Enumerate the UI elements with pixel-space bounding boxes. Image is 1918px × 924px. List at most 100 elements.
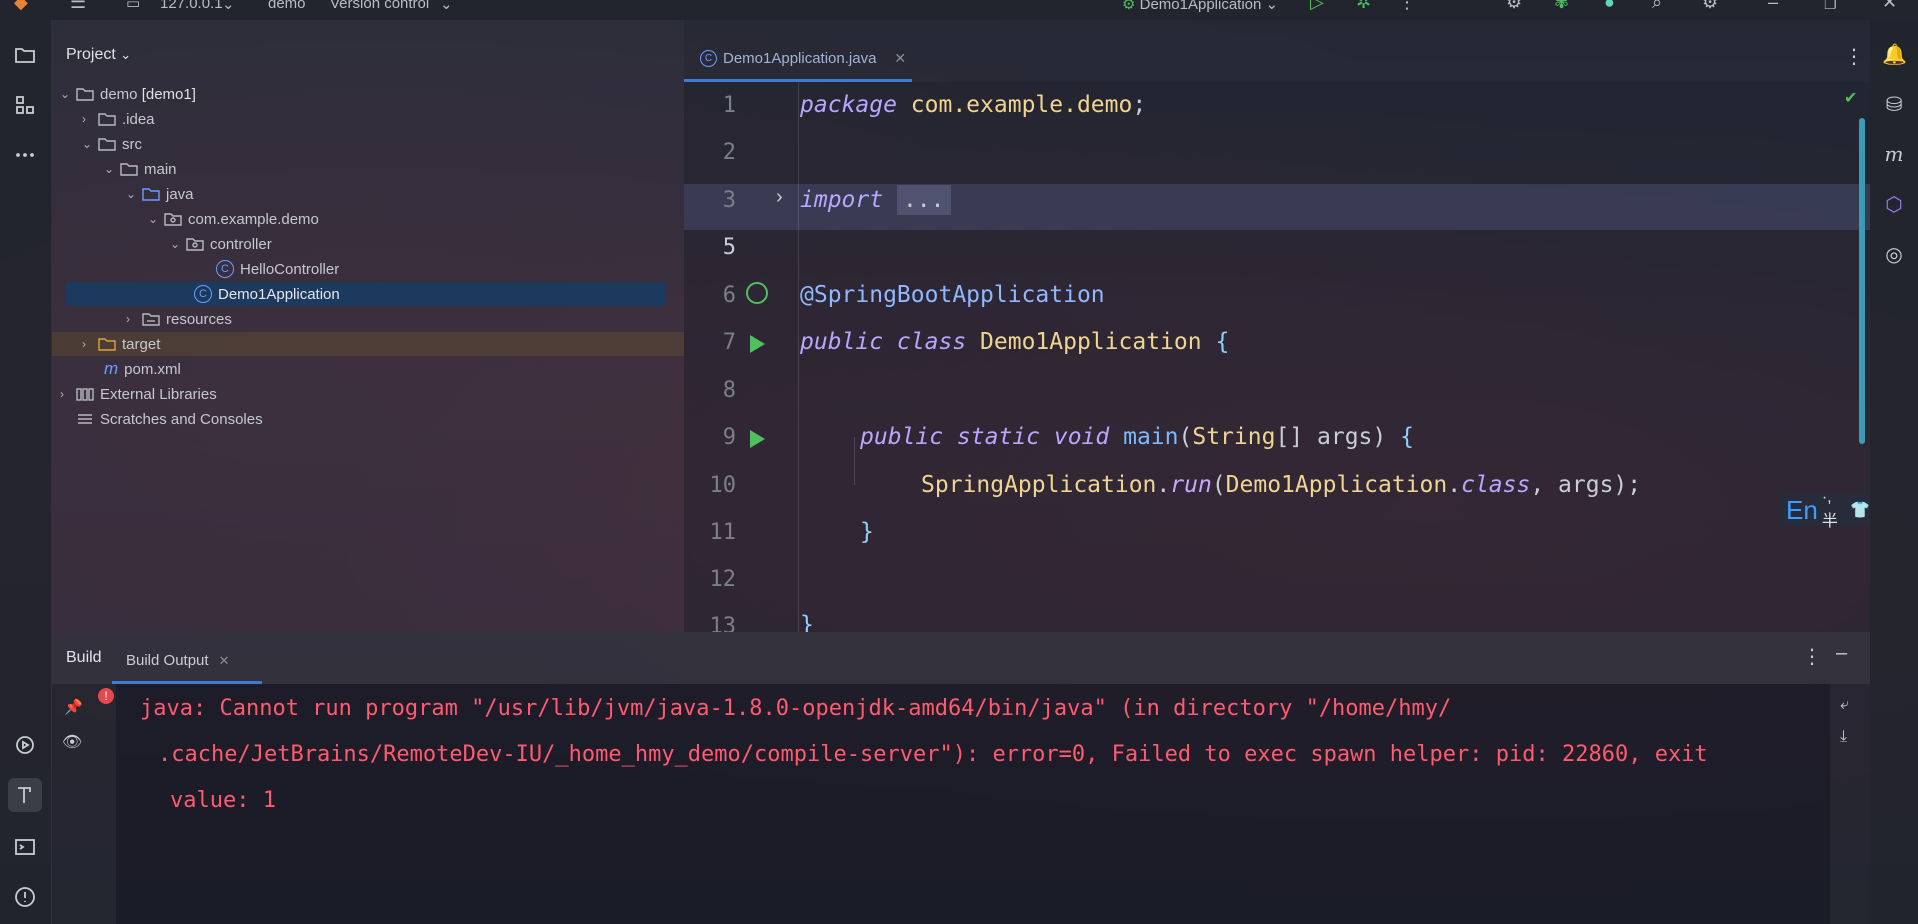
type-name: String <box>1192 424 1276 450</box>
folded-imports[interactable]: ... <box>896 185 951 215</box>
code-with-me-icon[interactable]: ● <box>1604 0 1615 13</box>
run-gutter-icon[interactable] <box>750 335 765 353</box>
run-config-selector[interactable]: ⚙ Demo1Application ⌄ <box>1122 0 1278 13</box>
tree-item-idea[interactable]: › .idea <box>82 107 155 131</box>
chevron-right-icon[interactable]: › <box>126 312 142 326</box>
notifications-bell-icon[interactable]: 🔔 <box>1882 42 1907 66</box>
chevron-right-icon[interactable]: › <box>82 112 98 126</box>
fold-chevron-icon[interactable]: › <box>776 186 783 209</box>
chevron-down-icon[interactable]: ⌄ <box>440 0 453 13</box>
tree-item-demo[interactable]: ⌄ demo [demo1] <box>60 82 196 106</box>
vcs-menu[interactable]: Version control <box>330 0 429 12</box>
copilot-icon[interactable]: ◎ <box>1882 242 1906 266</box>
tree-item-label: resources <box>166 310 232 328</box>
keyword: public class <box>800 329 967 355</box>
hide-panel-icon[interactable]: – <box>1836 642 1847 665</box>
tree-item-pom[interactable]: m pom.xml <box>104 357 181 381</box>
build-output-console[interactable]: java: Cannot run program "/usr/lib/jvm/j… <box>116 684 1830 924</box>
libraries-icon <box>76 387 94 401</box>
chevron-down-icon[interactable]: ⌄ <box>170 237 186 251</box>
title-bar: ◆ ☰ ▭ 127.0.0.1 ⌄ demo Version control ⌄… <box>0 0 1918 20</box>
pin-icon[interactable]: 📌 <box>64 698 83 716</box>
tree-item-src[interactable]: ⌄ src <box>82 132 142 156</box>
tree-item-hellocontroller[interactable]: C HelloController <box>216 257 339 281</box>
more-dots-icon <box>16 153 34 157</box>
tree-item-label: controller <box>210 235 272 253</box>
class-name: SpringApplication <box>921 472 1157 498</box>
build-tool-button[interactable] <box>8 778 42 812</box>
maven-icon[interactable]: m <box>1882 142 1906 166</box>
tree-item-scratches[interactable]: Scratches and Consoles <box>76 407 263 431</box>
services-tool-button[interactable] <box>8 728 42 762</box>
tree-item-demo1application[interactable]: C Demo1Application <box>66 282 666 306</box>
tab-demo1application[interactable]: C Demo1Application.java ✕ <box>684 38 912 82</box>
close-tab-icon[interactable]: ✕ <box>894 50 906 67</box>
ime-indicator[interactable]: En ·, 半 👕 <box>1780 489 1870 530</box>
package-icon <box>186 237 204 251</box>
chevron-down-icon[interactable]: ⌄ <box>222 0 235 13</box>
code-line-6: @SpringBootApplication <box>800 282 1105 308</box>
tree-item-label: .idea <box>122 110 155 128</box>
chevron-down-icon[interactable]: ⌄ <box>148 212 164 226</box>
chevron-down-icon[interactable]: ⌄ <box>82 137 98 151</box>
chevron-down-icon[interactable]: ⌄ <box>126 187 142 201</box>
main-menu-icon[interactable]: ☰ <box>70 0 86 13</box>
method-call: run <box>1170 472 1212 498</box>
more-tools-button[interactable] <box>8 138 42 172</box>
keyword: public static void <box>860 424 1110 450</box>
tree-item-external-libraries[interactable]: › External Libraries <box>60 382 217 406</box>
run-gutter-icon[interactable] <box>750 430 765 448</box>
skin-icon: 👕 <box>1850 502 1870 519</box>
project-tool-button[interactable] <box>8 38 42 72</box>
tree-item-java[interactable]: ⌄ java <box>126 182 194 206</box>
code-line-1: package com.example.demo; <box>800 92 1146 118</box>
tree-item-resources[interactable]: › resources <box>126 307 232 331</box>
tree-item-label: target <box>122 335 161 353</box>
close-window-icon[interactable]: ✕ <box>1882 0 1897 13</box>
services-icon <box>16 736 34 754</box>
build-settings-icon[interactable]: ⚙ <box>1506 0 1522 13</box>
remote-host-label[interactable]: 127.0.0.1 <box>160 0 223 12</box>
scroll-to-end-icon[interactable]: ⤓ <box>1840 728 1847 746</box>
options-menu-icon[interactable]: ⋮ <box>1802 644 1822 669</box>
tab-build-output[interactable]: Build Output ✕ <box>112 640 262 684</box>
minimize-window-icon[interactable]: – <box>1768 0 1778 13</box>
editor-scrollbar[interactable] <box>1859 118 1865 444</box>
tree-item-main[interactable]: ⌄ main <box>104 157 177 181</box>
tree-item-label: External Libraries <box>100 385 217 403</box>
tree-item-controller[interactable]: ⌄ controller <box>170 232 272 256</box>
build-panel-header: Build Build Output ✕ ⋮ – <box>52 632 1870 684</box>
error-line: .cache/JetBrains/RemoteDev-IU/_home_hmy_… <box>158 742 1708 767</box>
chevron-right-icon[interactable]: › <box>60 387 76 401</box>
database-icon[interactable]: ⛁ <box>1882 92 1906 116</box>
line-number: 9 <box>722 425 736 450</box>
run-icon[interactable]: ▷ <box>1310 0 1324 13</box>
tree-item-package[interactable]: ⌄ com.example.demo <box>148 207 319 231</box>
more-actions-icon[interactable]: ⋮ <box>1398 0 1416 13</box>
restore-window-icon[interactable]: ❐ <box>1824 0 1837 13</box>
folder-icon <box>15 48 35 63</box>
code-editor[interactable]: ✔ 1 2 3 5 6 7 8 9 10 11 12 13 › package … <box>684 82 1870 632</box>
ai-hexagon-icon[interactable]: ⬡ <box>1882 192 1906 216</box>
spring-bean-icon[interactable] <box>746 282 768 304</box>
project-view-selector[interactable]: Project ⌄ <box>66 46 131 64</box>
problems-tool-button[interactable] <box>8 880 42 914</box>
ai-assistant-icon[interactable]: ✾ <box>1554 0 1569 13</box>
tree-item-target[interactable]: › target <box>52 332 684 356</box>
punctuation: . <box>1156 472 1171 498</box>
editor-options-icon[interactable]: ⋮ <box>1844 44 1864 69</box>
structure-tool-button[interactable] <box>8 88 42 122</box>
structure-icon <box>16 96 34 114</box>
close-tab-icon[interactable]: ✕ <box>219 653 230 669</box>
search-icon[interactable]: ⌕ <box>1652 0 1662 13</box>
chevron-right-icon[interactable]: › <box>82 337 98 351</box>
soft-wrap-icon[interactable]: ⤶ <box>1840 696 1849 714</box>
line-number: 2 <box>722 140 736 165</box>
terminal-tool-button[interactable] <box>8 830 42 864</box>
settings-gear-icon[interactable]: ⚙ <box>1702 0 1718 13</box>
chevron-down-icon[interactable]: ⌄ <box>104 162 120 176</box>
eye-icon[interactable]: 👁 <box>62 732 82 752</box>
chevron-down-icon[interactable]: ⌄ <box>60 87 76 101</box>
project-switcher[interactable]: demo <box>268 0 306 12</box>
debug-icon[interactable]: ✲ <box>1356 0 1371 13</box>
